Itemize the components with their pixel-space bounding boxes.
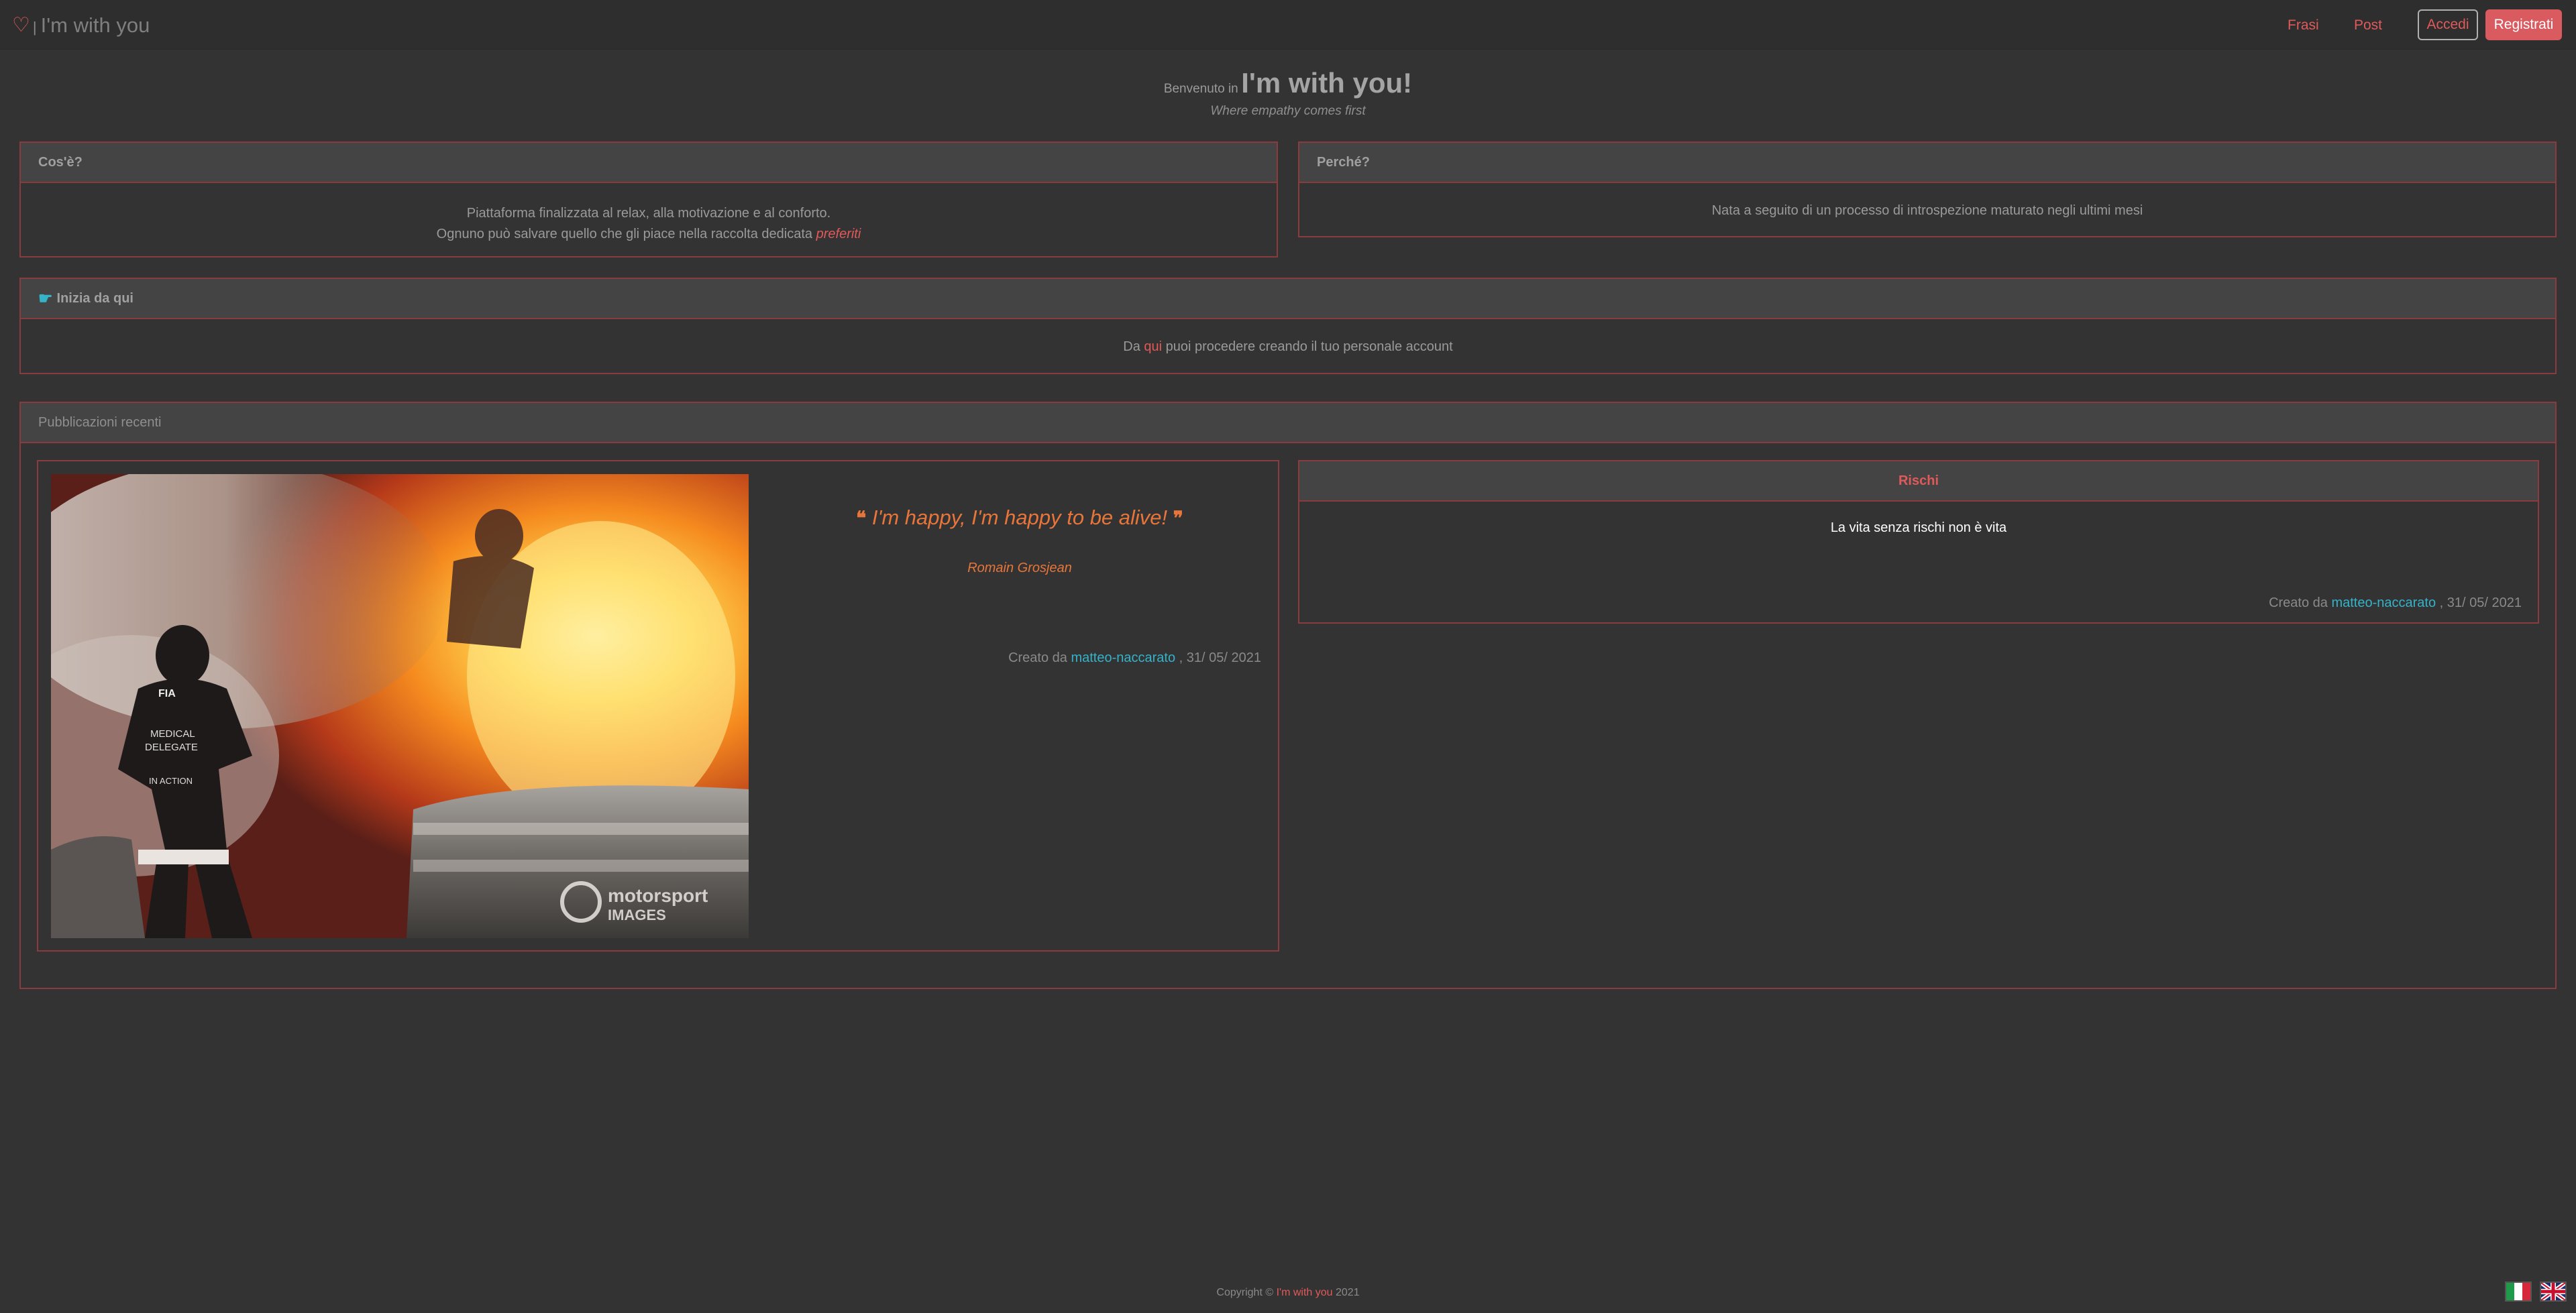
post-image: FIA MEDICAL DELEGATE IN ACTION motorspor…: [51, 474, 749, 938]
footer: Copyright © I'm with you 2021: [0, 1287, 2576, 1299]
card-what: Cos'è? Piattaforma finalizzata al relax,…: [19, 141, 1278, 258]
phrase-card-text: La vita senza rischi non è vita: [1830, 520, 2007, 535]
phrase-card-title: Rischi: [1299, 461, 2538, 502]
uk-flag-icon[interactable]: [2540, 1281, 2567, 1302]
card-start: ☛ Inizia da qui Da qui puoi procedere cr…: [19, 278, 2557, 374]
nav-link-frasi[interactable]: Frasi: [2288, 17, 2319, 34]
watermark-line1: motorsport: [608, 885, 708, 906]
post-author-link[interactable]: matteo-naccarato: [1071, 650, 1175, 665]
card-start-body: Da qui puoi procedere creando il tuo per…: [21, 319, 2555, 355]
card-why-text: Nata a seguito di un processo di introsp…: [1711, 203, 2143, 218]
quote-close-icon: ❞: [1173, 508, 1183, 528]
post-created-info: Creato da matteo-naccarato , 31/ 05/ 202…: [872, 650, 1261, 666]
welcome-heading: Benvenuto in I'm with you!: [0, 67, 2576, 99]
heart-icon: ♡: [12, 14, 30, 36]
footer-link[interactable]: I'm with you: [1277, 1287, 1333, 1298]
card-start-header: ☛ Inizia da qui: [21, 279, 2555, 319]
card-what-line1: Piattaforma finalizzata al relax, alla m…: [466, 206, 831, 221]
suit-text-2: MEDICAL: [150, 728, 195, 740]
crash-photo: FIA MEDICAL DELEGATE IN ACTION motorspor…: [51, 474, 749, 938]
post-card[interactable]: FIA MEDICAL DELEGATE IN ACTION motorspor…: [37, 460, 1279, 952]
post-quote-text: I'm happy, I'm happy to be alive!: [871, 506, 1168, 529]
brand-title: I'm with you: [40, 13, 150, 37]
card-what-title: Cos'è?: [21, 143, 1277, 183]
navbar: ♡ | I'm with you Frasi Post Accedi Regis…: [0, 0, 2576, 50]
italian-flag-icon[interactable]: [2505, 1281, 2532, 1302]
footer-year: 2021: [1336, 1287, 1360, 1298]
post-quote-author: Romain Grosjean: [967, 561, 1072, 575]
card-why: Perché? Nata a seguito di un processo di…: [1298, 141, 2557, 237]
tagline: Where empathy comes first: [1210, 104, 1366, 118]
watermark-line2: IMAGES: [608, 907, 666, 923]
phrase-author-link[interactable]: matteo-naccarato: [2331, 595, 2436, 610]
card-start-title: Inizia da qui: [56, 290, 133, 306]
card-what-line2: Ognuno può salvare quello che gli piace …: [21, 224, 1277, 245]
phrase-created-prefix: Creato da: [2269, 595, 2328, 610]
nav-link-post[interactable]: Post: [2354, 17, 2382, 34]
quote-open-icon: ❝: [856, 508, 867, 528]
register-here-link[interactable]: qui: [1144, 339, 1162, 354]
phrase-card[interactable]: Rischi La vita senza rischi non è vita C…: [1298, 460, 2539, 624]
card-start-suffix: puoi procedere creando il tuo personale …: [1165, 339, 1453, 354]
post-created-date: , 31/ 05/ 2021: [1179, 650, 1261, 665]
welcome-prefix: Benvenuto in: [1163, 82, 1238, 96]
card-what-body: Piattaforma finalizzata al relax, alla m…: [21, 183, 1277, 245]
login-button[interactable]: Accedi: [2418, 9, 2478, 40]
post-quote: ❝ I'm happy, I'm happy to be alive! ❞: [751, 506, 1288, 530]
brand[interactable]: ♡ | I'm with you: [12, 12, 150, 39]
card-why-title: Perché?: [1299, 143, 2555, 183]
favorites-link[interactable]: preferiti: [816, 227, 861, 241]
card-what-line2-text: Ognuno può salvare quello che gli piace …: [436, 227, 813, 241]
post-created-prefix: Creato da: [1008, 650, 1067, 665]
suit-text-3: DELEGATE: [145, 742, 198, 753]
recent-publications-title: Pubblicazioni recenti: [21, 403, 2555, 443]
card-start-prefix: Da: [1123, 339, 1140, 354]
phrase-created-date: , 31/ 05/ 2021: [2439, 595, 2522, 610]
hand-point-right-icon: ☛: [38, 289, 53, 308]
app-name: I'm with you!: [1241, 67, 1413, 99]
suit-text-1: FIA: [158, 688, 176, 699]
footer-prefix: Copyright ©: [1216, 1287, 1274, 1298]
suit-text-4: IN ACTION: [149, 776, 193, 786]
phrase-created-info: Creato da matteo-naccarato , 31/ 05/ 202…: [2269, 595, 2522, 611]
brand-separator: |: [32, 19, 37, 36]
register-button[interactable]: Registrati: [2485, 9, 2562, 40]
